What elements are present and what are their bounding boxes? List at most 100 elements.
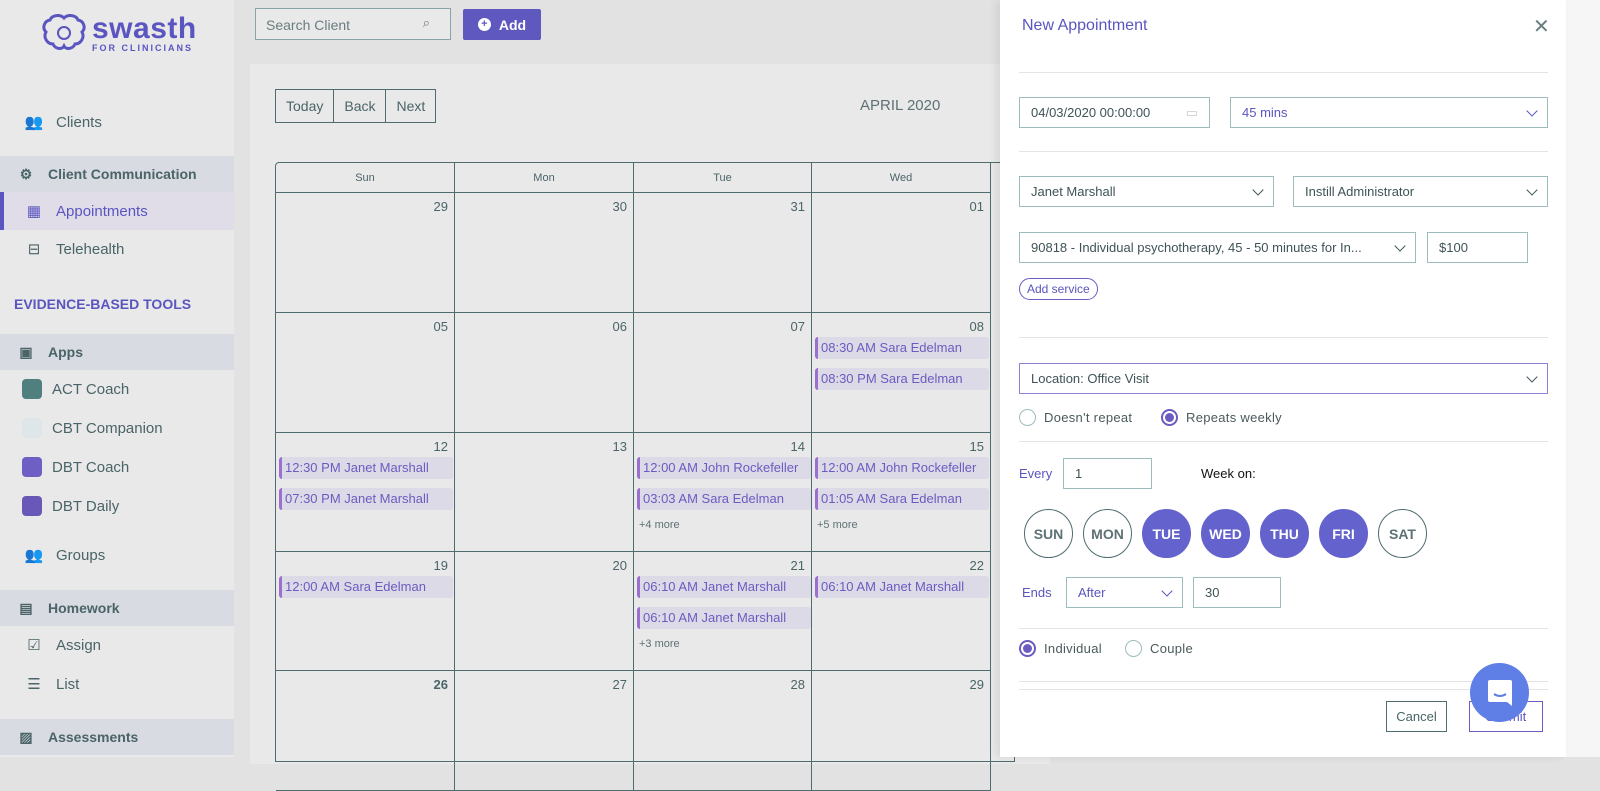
- sidebar-item-list[interactable]: ☰ List: [0, 666, 234, 702]
- weekday-fri-toggle[interactable]: FRI: [1319, 509, 1368, 558]
- calendar-event[interactable]: 08:30 AM Sara Edelman: [815, 337, 989, 359]
- cancel-button[interactable]: Cancel: [1386, 701, 1447, 732]
- provider-select[interactable]: Instill Administrator: [1293, 176, 1548, 207]
- weekday-sat-toggle[interactable]: SAT: [1378, 509, 1427, 558]
- date-number[interactable]: 28: [791, 677, 805, 692]
- date-number[interactable]: 31: [791, 199, 805, 214]
- add-button[interactable]: + Add: [463, 9, 541, 40]
- date-number[interactable]: 22: [970, 558, 984, 573]
- close-icon[interactable]: ✕: [1533, 14, 1550, 39]
- day-cell[interactable]: 31: [634, 193, 812, 313]
- date-number[interactable]: 29: [434, 199, 448, 214]
- sidebar-item-telehealth[interactable]: ⊟ Telehealth: [0, 231, 234, 267]
- day-cell[interactable]: 20: [455, 552, 634, 671]
- chat-launcher-button[interactable]: [1470, 663, 1529, 722]
- calendar-event[interactable]: 06:10 AM Janet Marshall: [637, 576, 811, 598]
- day-cell[interactable]: 27: [455, 671, 634, 791]
- search-input[interactable]: Search Client ⌕: [255, 8, 451, 40]
- sidebar-group-homework[interactable]: ▤ Homework: [0, 590, 234, 626]
- day-cell[interactable]: 05: [276, 313, 455, 433]
- date-number[interactable]: 14: [791, 439, 805, 454]
- calendar-event[interactable]: 12:30 PM Janet Marshall: [279, 457, 453, 479]
- date-number[interactable]: 01: [970, 199, 984, 214]
- repeats-weekly-radio[interactable]: Repeats weekly: [1161, 409, 1282, 426]
- sidebar-item-groups[interactable]: 👥 Groups: [0, 537, 234, 573]
- day-cell[interactable]: 19 12:00 AM Sara Edelman: [276, 552, 455, 671]
- date-number[interactable]: 07: [791, 319, 805, 334]
- weekday-wed-toggle[interactable]: WED: [1201, 509, 1250, 558]
- service-select[interactable]: 90818 - Individual psychotherapy, 45 - 5…: [1019, 232, 1416, 263]
- client-select[interactable]: Janet Marshall: [1019, 176, 1274, 207]
- date-number[interactable]: 08: [970, 319, 984, 334]
- day-cell[interactable]: 30: [455, 193, 634, 313]
- every-input[interactable]: 1: [1063, 458, 1152, 489]
- individual-radio[interactable]: Individual: [1019, 640, 1102, 657]
- sidebar-item-assign[interactable]: ☑ Assign: [0, 627, 234, 663]
- date-number[interactable]: 06: [613, 319, 627, 334]
- price-input[interactable]: $100: [1427, 232, 1528, 263]
- more-events-link[interactable]: +4 more: [639, 519, 680, 531]
- location-select[interactable]: Location: Office Visit: [1019, 363, 1548, 394]
- day-cell[interactable]: 28: [634, 671, 812, 791]
- calendar-event[interactable]: 12:00 AM John Rockefeller: [637, 457, 811, 479]
- date-number[interactable]: 26: [434, 677, 448, 692]
- sidebar-item-clients[interactable]: 👥 Clients: [0, 104, 234, 140]
- day-cell[interactable]: 22 06:10 AM Janet Marshall: [812, 552, 991, 671]
- weekday-sun-toggle[interactable]: SUN: [1024, 509, 1073, 558]
- day-cell[interactable]: 15 12:00 AM John Rockefeller 01:05 AM Sara…: [812, 433, 991, 552]
- sidebar-group-apps[interactable]: ▣ Apps: [0, 334, 234, 370]
- calendar-event[interactable]: 03:03 AM Sara Edelman: [637, 488, 811, 510]
- day-cell[interactable]: 13: [455, 433, 634, 552]
- day-cell[interactable]: 14 12:00 AM John Rockefeller 03:03 AM Sara…: [634, 433, 812, 552]
- sidebar-item-act-coach[interactable]: ACT Coach: [0, 371, 234, 407]
- date-number[interactable]: 19: [434, 558, 448, 573]
- day-cell[interactable]: 06: [455, 313, 634, 433]
- calendar-event[interactable]: 01:05 AM Sara Edelman: [815, 488, 989, 510]
- ends-select[interactable]: After: [1066, 577, 1183, 608]
- couple-radio[interactable]: Couple: [1125, 640, 1193, 657]
- duration-select[interactable]: 45 mins: [1230, 97, 1548, 128]
- sidebar-item-appointments[interactable]: ▦ Appointments: [0, 192, 234, 230]
- day-cell[interactable]: 29: [276, 193, 455, 313]
- day-cell[interactable]: 29: [812, 671, 991, 791]
- date-number[interactable]: 29: [970, 677, 984, 692]
- date-number[interactable]: 20: [613, 558, 627, 573]
- next-button[interactable]: Next: [386, 90, 435, 122]
- back-button[interactable]: Back: [334, 90, 387, 122]
- sidebar-item-cbt-companion[interactable]: CBT Companion: [0, 410, 234, 446]
- datetime-field[interactable]: 04/03/2020 00:00:00 ▭: [1019, 97, 1210, 128]
- weekday-tue-toggle[interactable]: TUE: [1142, 509, 1191, 558]
- day-cell[interactable]: 12 12:30 PM Janet Marshall 07:30 PM Janet …: [276, 433, 455, 552]
- day-cell[interactable]: 08 08:30 AM Sara Edelman 08:30 PM Sara Ede…: [812, 313, 991, 433]
- date-number[interactable]: 12: [434, 439, 448, 454]
- calendar-event[interactable]: 08:30 PM Sara Edelman: [815, 368, 989, 390]
- date-number[interactable]: 13: [613, 439, 627, 454]
- date-number[interactable]: 21: [791, 558, 805, 573]
- date-number[interactable]: 05: [434, 319, 448, 334]
- logo[interactable]: swasth FOR CLINICIANS: [42, 14, 197, 54]
- calendar-event[interactable]: 06:10 AM Janet Marshall: [637, 607, 811, 629]
- add-service-button[interactable]: Add service: [1019, 278, 1098, 300]
- sidebar-item-dbt-daily[interactable]: DBT Daily: [0, 488, 234, 524]
- calendar-event[interactable]: 06:10 AM Janet Marshall: [815, 576, 989, 598]
- date-number[interactable]: 30: [613, 199, 627, 214]
- date-number[interactable]: 27: [613, 677, 627, 692]
- scrollbar-track[interactable]: [1566, 0, 1600, 757]
- ends-count-input[interactable]: 30: [1193, 577, 1281, 608]
- day-cell[interactable]: 07: [634, 313, 812, 433]
- sidebar-item-dbt-coach[interactable]: DBT Coach: [0, 449, 234, 485]
- sidebar-group-client-communication[interactable]: ⚙ Client Communication: [0, 156, 234, 192]
- weekday-mon-toggle[interactable]: MON: [1083, 509, 1132, 558]
- day-cell[interactable]: 01: [812, 193, 991, 313]
- day-cell[interactable]: 21 06:10 AM Janet Marshall 06:10 AM Janet …: [634, 552, 812, 671]
- calendar-event[interactable]: 12:00 AM Sara Edelman: [279, 576, 453, 598]
- weekday-thu-toggle[interactable]: THU: [1260, 509, 1309, 558]
- date-number[interactable]: 15: [970, 439, 984, 454]
- more-events-link[interactable]: +5 more: [817, 519, 858, 531]
- calendar-event[interactable]: 07:30 PM Janet Marshall: [279, 488, 453, 510]
- doesnt-repeat-radio[interactable]: Doesn't repeat: [1019, 409, 1132, 426]
- today-button[interactable]: Today: [276, 90, 335, 122]
- calendar-event[interactable]: 12:00 AM John Rockefeller: [815, 457, 989, 479]
- day-cell[interactable]: 26: [276, 671, 455, 791]
- sidebar-group-assessments[interactable]: ▨ Assessments: [0, 719, 234, 755]
